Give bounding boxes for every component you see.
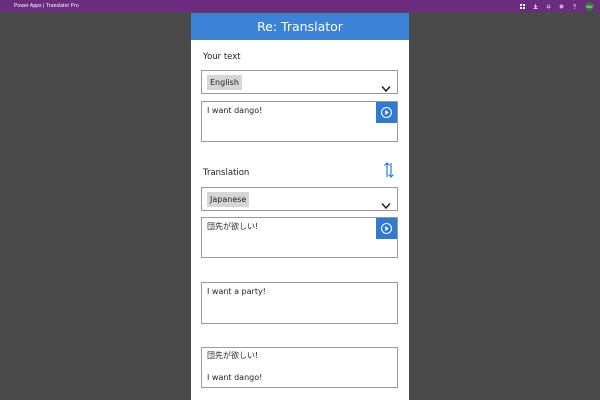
play-icon (380, 106, 393, 119)
app-brand: Power Apps | Translator Pro (14, 3, 79, 9)
grid-icon[interactable] (520, 3, 525, 9)
source-text: I want dango! (207, 106, 263, 115)
source-language-dropdown[interactable]: English (201, 70, 398, 94)
translator-app: Re: Translator Your text English I want … (191, 13, 409, 400)
source-text-input[interactable]: I want dango! (201, 101, 398, 142)
chevron-down-icon[interactable] (381, 78, 391, 93)
swap-languages-icon[interactable] (383, 162, 395, 178)
target-language-value: Japanese (207, 192, 250, 207)
gear-icon[interactable] (559, 4, 564, 9)
extra-text-input[interactable]: I want a party! (201, 282, 398, 324)
top-bar-icons: MV (520, 0, 594, 12)
app-title: Re: Translator (191, 13, 409, 40)
top-bar: Power Apps | Translator Pro MV (0, 0, 600, 12)
extra-text: I want a party! (207, 287, 266, 296)
target-language-dropdown[interactable]: Japanese (201, 187, 398, 211)
history-line-2: I want dango! (207, 373, 263, 382)
bell-icon[interactable] (546, 4, 551, 9)
source-language-value: English (207, 75, 242, 90)
help-icon[interactable] (572, 3, 577, 9)
translation-output[interactable]: 団先が欲しい! (201, 217, 398, 258)
translation-text: 団先が欲しい! (207, 222, 259, 231)
history-line-1: 団先が欲しい! (207, 351, 259, 360)
play-icon (380, 222, 393, 235)
history-box[interactable]: 団先が欲しい! I want dango! (201, 347, 398, 388)
play-translation-button[interactable] (376, 218, 397, 239)
chevron-down-icon[interactable] (381, 195, 391, 210)
play-source-button[interactable] (376, 102, 397, 123)
translation-label: Translation (203, 168, 250, 178)
avatar[interactable]: MV (585, 1, 594, 11)
download-icon[interactable] (533, 3, 538, 9)
source-label: Your text (203, 52, 241, 62)
